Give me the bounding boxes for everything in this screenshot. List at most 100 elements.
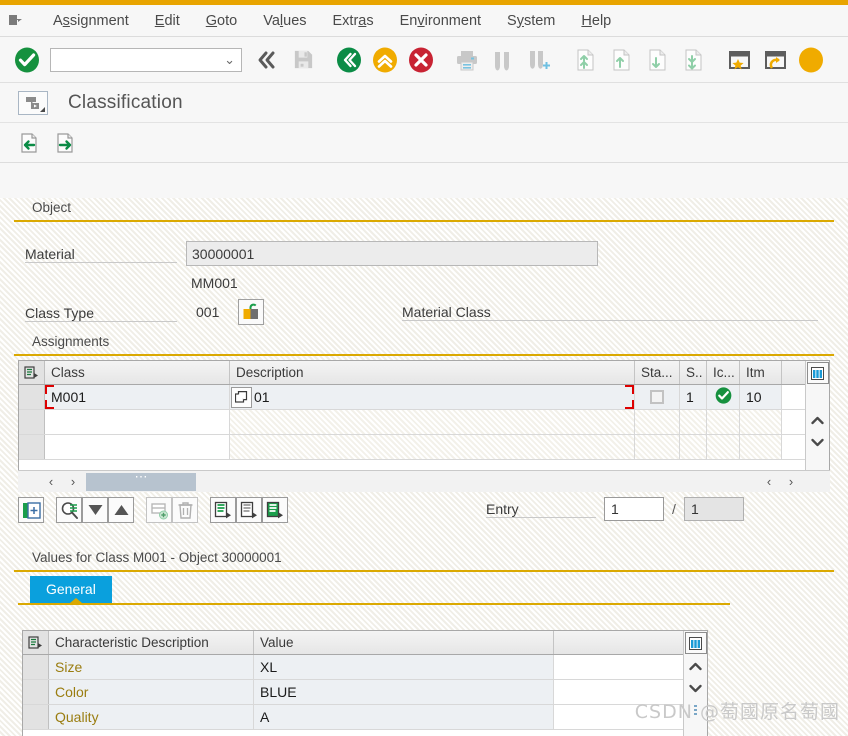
sap-session-icon[interactable]	[6, 10, 28, 32]
back-button[interactable]	[332, 43, 366, 77]
transaction-menu-icon[interactable]	[18, 90, 48, 115]
chevron-down-icon[interactable]: ⌄	[224, 52, 235, 68]
list-arrow-outline-icon[interactable]	[236, 497, 262, 523]
enter-button[interactable]	[10, 43, 44, 77]
values-col-value[interactable]: Value	[254, 631, 554, 654]
table-row[interactable]: Quality A	[23, 705, 683, 730]
menu-item-values[interactable]: Values	[250, 10, 319, 32]
insert-row-icon[interactable]	[146, 497, 172, 523]
row-selector[interactable]	[19, 435, 45, 459]
cancel-button[interactable]	[404, 43, 438, 77]
assignments-horizontal-scrollbar[interactable]: ‹ › ‹ ›	[18, 470, 830, 492]
menu-item-assignment[interactable]: Assignment	[40, 10, 142, 32]
assignments-col-class[interactable]: Class	[45, 361, 230, 384]
previous-object-button[interactable]	[14, 129, 44, 157]
first-page-button[interactable]	[568, 43, 602, 77]
new-session-button[interactable]	[758, 43, 792, 77]
last-page-button[interactable]	[676, 43, 710, 77]
command-history-button[interactable]	[250, 43, 284, 77]
cell-status[interactable]	[635, 385, 680, 409]
values-vertical-scrollbar[interactable]	[683, 631, 707, 736]
grid-menu-icon[interactable]	[19, 361, 45, 384]
table-row-empty[interactable]	[19, 410, 805, 435]
class-type-value[interactable]: 001	[196, 304, 219, 320]
find-next-button[interactable]	[522, 43, 556, 77]
scroll-up-button[interactable]	[684, 655, 707, 677]
triangle-up-icon[interactable]	[108, 497, 134, 523]
command-field[interactable]: ⌄	[50, 47, 242, 72]
scroll-down-button[interactable]	[684, 677, 707, 699]
cell-empty[interactable]	[635, 410, 680, 434]
values-col-characteristic[interactable]: Characteristic Description	[49, 631, 254, 654]
copy-squares-icon[interactable]	[231, 386, 252, 408]
column-settings-icon[interactable]	[806, 362, 829, 384]
exit-button[interactable]	[368, 43, 402, 77]
list-arrow-green-icon[interactable]	[210, 497, 236, 523]
magnifier-list-icon[interactable]	[56, 497, 82, 523]
cell-description[interactable]: 01	[230, 385, 635, 409]
next-object-button[interactable]	[50, 129, 80, 157]
print-button[interactable]	[450, 43, 484, 77]
help-button[interactable]	[794, 43, 828, 77]
cell-value[interactable]: XL	[254, 655, 554, 679]
assignments-col-ic[interactable]: Ic...	[707, 361, 740, 384]
table-row[interactable]: M001 01 1 10	[19, 385, 805, 410]
table-row[interactable]: Size XL	[23, 655, 683, 680]
previous-page-button[interactable]	[604, 43, 638, 77]
next-page-button[interactable]	[640, 43, 674, 77]
cell-empty[interactable]	[740, 410, 782, 434]
assignments-col-status[interactable]: Sta...	[635, 361, 680, 384]
column-settings-icon[interactable]	[684, 632, 707, 654]
cell-empty[interactable]	[45, 435, 230, 459]
hscroll-thumb[interactable]	[86, 472, 196, 491]
cell-value[interactable]: A	[254, 705, 554, 729]
row-selector[interactable]	[23, 655, 49, 679]
assignments-col-description[interactable]: Description	[230, 361, 635, 384]
list-arrow-filled-icon[interactable]	[262, 497, 288, 523]
row-selector[interactable]	[19, 410, 45, 434]
entry-current-input[interactable]: 1	[604, 497, 664, 521]
assignments-col-itm[interactable]: Itm	[740, 361, 782, 384]
cell-empty[interactable]	[707, 435, 740, 459]
hscroll-right-button[interactable]: ›	[62, 471, 84, 492]
lock-open-icon[interactable]	[238, 299, 264, 325]
cell-empty[interactable]	[230, 435, 635, 459]
cell-s[interactable]: 1	[680, 385, 707, 409]
row-selector[interactable]	[23, 705, 49, 729]
triangle-down-icon[interactable]	[82, 497, 108, 523]
menu-item-extras[interactable]: Extras	[320, 10, 387, 32]
scroll-grip[interactable]	[684, 699, 707, 721]
table-row[interactable]: Color BLUE	[23, 680, 683, 705]
create-shortcut-button[interactable]	[722, 43, 756, 77]
scroll-down-button[interactable]	[806, 431, 829, 453]
cell-class[interactable]: M001	[45, 385, 230, 409]
cell-empty[interactable]	[680, 435, 707, 459]
row-selector[interactable]	[19, 385, 45, 409]
menu-item-goto[interactable]: Goto	[193, 10, 250, 32]
assign-new-icon[interactable]	[18, 497, 44, 523]
cell-empty[interactable]	[230, 410, 635, 434]
table-row-empty[interactable]	[19, 435, 805, 460]
cell-empty[interactable]	[707, 410, 740, 434]
scroll-up-button[interactable]	[806, 409, 829, 431]
cell-characteristic[interactable]: Color	[49, 680, 254, 704]
cell-empty[interactable]	[45, 410, 230, 434]
cell-empty[interactable]	[740, 435, 782, 459]
hscroll-page-left-button[interactable]: ‹	[758, 471, 780, 492]
menu-item-help[interactable]: Help	[568, 10, 624, 32]
material-input[interactable]: 30000001	[186, 241, 598, 266]
cell-empty[interactable]	[680, 410, 707, 434]
save-button[interactable]	[286, 43, 320, 77]
cell-value[interactable]: BLUE	[254, 680, 554, 704]
hscroll-left-button[interactable]: ‹	[40, 471, 62, 492]
hscroll-page-right-button[interactable]: ›	[780, 471, 802, 492]
cell-itm[interactable]: 10	[740, 385, 782, 409]
assignments-col-s[interactable]: S..	[680, 361, 707, 384]
cell-ic[interactable]	[707, 385, 740, 409]
cell-empty[interactable]	[635, 435, 680, 459]
menu-item-environment[interactable]: Environment	[387, 10, 494, 32]
cell-characteristic[interactable]: Size	[49, 655, 254, 679]
trash-icon[interactable]	[172, 497, 198, 523]
assignments-vertical-scrollbar[interactable]	[805, 361, 829, 475]
menu-item-edit[interactable]: Edit	[142, 10, 193, 32]
